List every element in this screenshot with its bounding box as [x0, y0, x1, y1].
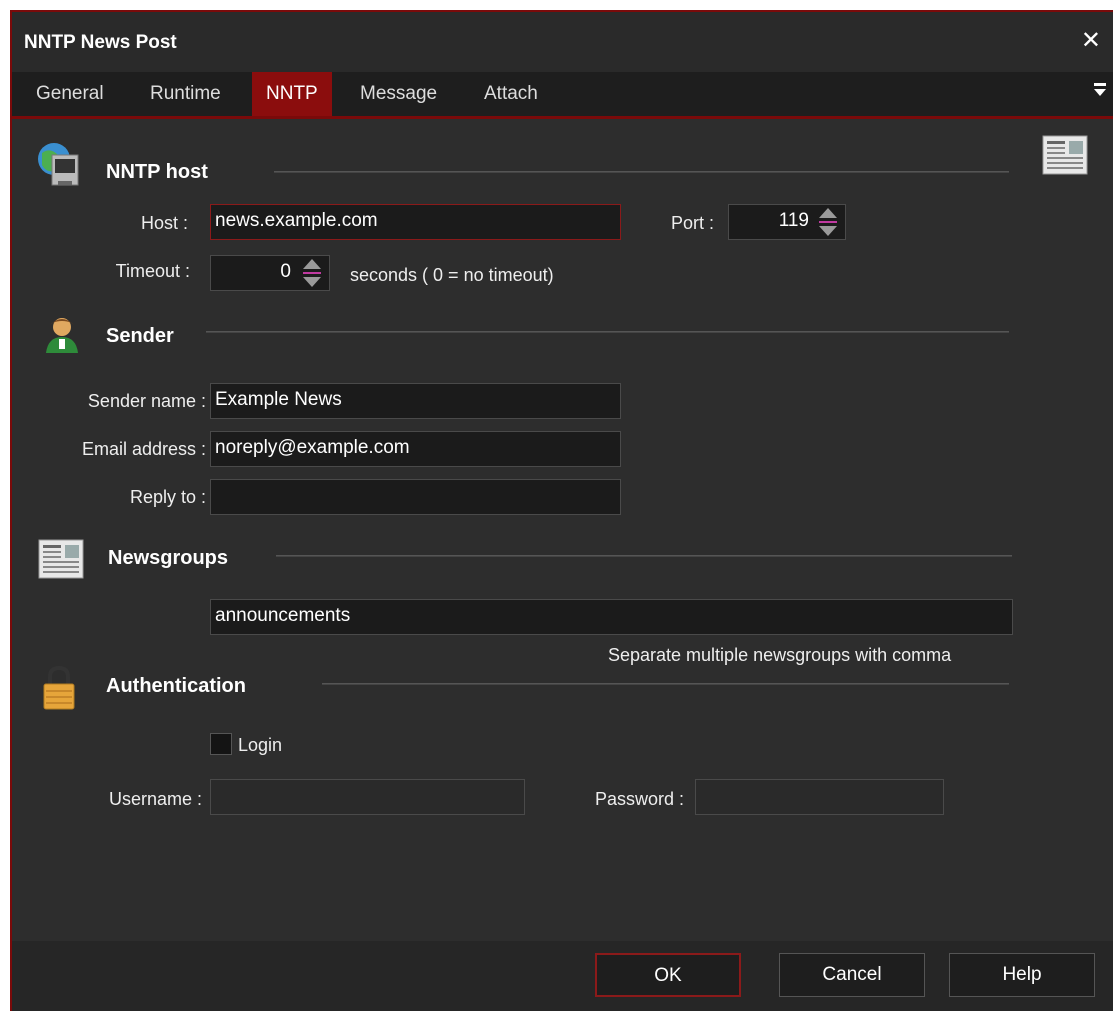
reply-to-input[interactable]: [210, 479, 621, 515]
section-divider: [276, 555, 1012, 557]
reply-to-label: Reply to :: [129, 487, 206, 507]
newsgroups-hint: Separate multiple newsgroups with comma: [608, 645, 952, 665]
username-input[interactable]: [210, 779, 525, 815]
tab-bar: General Runtime NNTP Message Attach: [12, 72, 1113, 119]
password-label: Password :: [594, 789, 684, 809]
cancel-button[interactable]: Cancel: [779, 953, 925, 997]
button-bar: OK Cancel Help: [12, 941, 1113, 1011]
authentication-section-title: Authentication: [106, 675, 246, 697]
timeout-value: 0: [280, 261, 291, 282]
sender-name-label: Sender name :: [87, 391, 206, 411]
login-label: Login: [238, 735, 283, 755]
tab-general[interactable]: General: [22, 72, 118, 116]
help-button[interactable]: Help: [949, 953, 1095, 997]
tab-nntp[interactable]: NNTP: [252, 72, 332, 116]
email-label: Email address :: [81, 439, 206, 459]
password-field[interactable]: [695, 779, 944, 815]
nntp-panel: NNTP host Host : news.example.com Port :…: [12, 119, 1113, 941]
port-label: Port :: [670, 213, 714, 233]
port-value: 119: [778, 210, 809, 231]
user-icon: [42, 315, 82, 360]
login-checkbox[interactable]: [210, 733, 232, 755]
timeout-label: Timeout :: [115, 261, 190, 281]
tab-message[interactable]: Message: [346, 72, 451, 116]
section-divider: [206, 331, 1009, 333]
tab-attach[interactable]: Attach: [470, 72, 552, 116]
ok-button[interactable]: OK: [595, 953, 741, 997]
lock-icon: [42, 665, 76, 716]
title-bar: NNTP News Post ✕: [12, 12, 1113, 72]
sender-section-title: Sender: [106, 325, 174, 347]
port-spin-icon[interactable]: [817, 205, 839, 239]
timeout-spin-icon[interactable]: [301, 256, 323, 290]
email-field[interactable]: noreply@example.com: [210, 431, 621, 467]
timeout-stepper[interactable]: 0: [210, 255, 330, 291]
username-label: Username :: [108, 789, 202, 809]
nntp-host-section-title: NNTP host: [106, 161, 208, 183]
section-divider: [274, 171, 1009, 173]
newsgroups-input[interactable]: announcements: [210, 599, 1013, 635]
network-server-icon: [36, 141, 84, 196]
host-label: Host :: [140, 213, 188, 233]
tab-overflow-menu-icon[interactable]: [1093, 82, 1107, 103]
newspaper-icon: [38, 539, 84, 584]
dialog-title: NNTP News Post: [24, 32, 177, 53]
port-stepper[interactable]: 119: [728, 204, 846, 240]
close-icon[interactable]: ✕: [1081, 26, 1101, 55]
timeout-hint: seconds ( 0 = no timeout): [350, 265, 554, 285]
sender-name-input[interactable]: Example News: [210, 383, 621, 419]
section-divider: [322, 683, 1009, 685]
newsgroups-section-title: Newsgroups: [108, 547, 229, 569]
dialog-window: NNTP News Post ✕ General Runtime NNTP Me…: [10, 10, 1113, 1011]
tab-runtime[interactable]: Runtime: [136, 72, 235, 116]
newspaper-icon: [1042, 135, 1088, 180]
host-input[interactable]: news.example.com: [210, 204, 621, 240]
